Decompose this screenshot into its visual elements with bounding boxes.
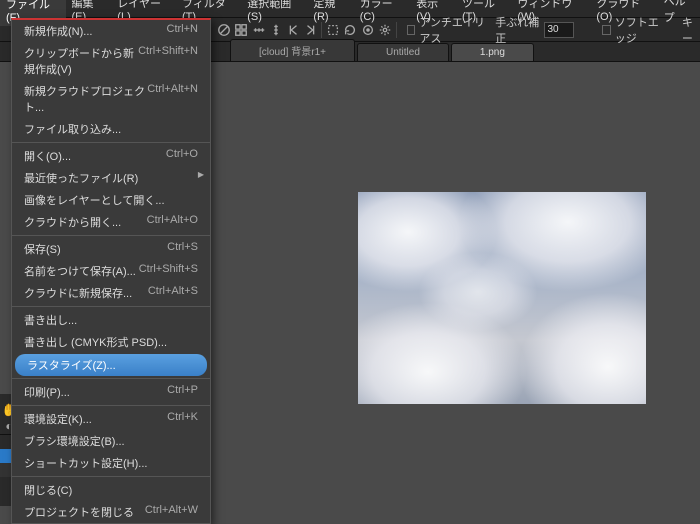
- file-menu-item-6[interactable]: 最近使ったファイル(R)▶: [12, 167, 210, 189]
- file-menu-item-22[interactable]: ショートカット設定(H)...: [12, 452, 210, 474]
- marquee-icon[interactable]: [324, 20, 341, 40]
- softedge-label: ソフトエッジ: [615, 14, 669, 46]
- ruler-horizontal-icon[interactable]: [250, 20, 267, 40]
- file-menu-item-12[interactable]: クラウドに新規保存...Ctrl+Alt+S: [12, 282, 210, 304]
- grid-icon[interactable]: [232, 20, 249, 40]
- file-menu-item-21[interactable]: ブラシ環境設定(B)...: [12, 430, 210, 452]
- tool-options: アンチエイリアス 手ぶれ補正 ソフトエッジ キー: [407, 14, 700, 46]
- file-menu-item-15[interactable]: 書き出し (CMYK形式 PSD)...: [12, 331, 210, 353]
- file-menu-item-0[interactable]: 新規作成(N)...Ctrl+N: [12, 20, 210, 42]
- skip-forward-icon[interactable]: [302, 20, 319, 40]
- focus-icon[interactable]: [359, 20, 376, 40]
- stabilizer-input[interactable]: [544, 22, 574, 38]
- stabilizer-label: 手ぶれ補正: [495, 14, 540, 46]
- file-menu-item-10[interactable]: 保存(S)Ctrl+S: [12, 238, 210, 260]
- no-entry-icon[interactable]: [215, 20, 232, 40]
- file-menu-item-5[interactable]: 開く(O)...Ctrl+O: [12, 145, 210, 167]
- softedge-checkbox[interactable]: [602, 25, 611, 35]
- file-menu-item-11[interactable]: 名前をつけて保存(A)...Ctrl+Shift+S: [12, 260, 210, 282]
- file-menu-item-7[interactable]: 画像をレイヤーとして開く...: [12, 189, 210, 211]
- file-menu-item-18[interactable]: 印刷(P)...Ctrl+P: [12, 381, 210, 403]
- file-menu-item-24[interactable]: 閉じる(C): [12, 479, 210, 501]
- file-menu-item-25[interactable]: プロジェクトを閉じるCtrl+Alt+W: [12, 501, 210, 523]
- refresh-icon[interactable]: [342, 20, 359, 40]
- file-menu-item-3[interactable]: ファイル取り込み...: [12, 118, 210, 140]
- file-menu-item-8[interactable]: クラウドから開く...Ctrl+Alt+O: [12, 211, 210, 233]
- file-menu-item-20[interactable]: 環境設定(K)...Ctrl+K: [12, 408, 210, 430]
- doc-tab-0[interactable]: [cloud] 背景r1+: [230, 39, 355, 61]
- image-canvas[interactable]: [358, 192, 646, 404]
- file-menu-item-2[interactable]: 新規クラウドプロジェクト...Ctrl+Alt+N: [12, 80, 210, 118]
- file-menu-item-1[interactable]: クリップボードから新規作成(V)Ctrl+Shift+N: [12, 42, 210, 80]
- file-menu-item-16[interactable]: ラスタライズ(Z)...: [15, 354, 207, 376]
- file-menu-item-14[interactable]: 書き出し...: [12, 309, 210, 331]
- key-label: キー: [682, 14, 700, 46]
- file-menu: 新規作成(N)...Ctrl+Nクリップボードから新規作成(V)Ctrl+Shi…: [11, 18, 211, 524]
- antialias-label: アンチエイリアス: [419, 14, 491, 46]
- doc-tab-2[interactable]: 1.png: [451, 43, 534, 61]
- antialias-checkbox[interactable]: [407, 25, 416, 35]
- doc-tab-1[interactable]: Untitled: [357, 43, 449, 61]
- skip-back-icon[interactable]: [285, 20, 302, 40]
- ruler-vertical-icon[interactable]: [267, 20, 284, 40]
- gear-icon[interactable]: [377, 20, 394, 40]
